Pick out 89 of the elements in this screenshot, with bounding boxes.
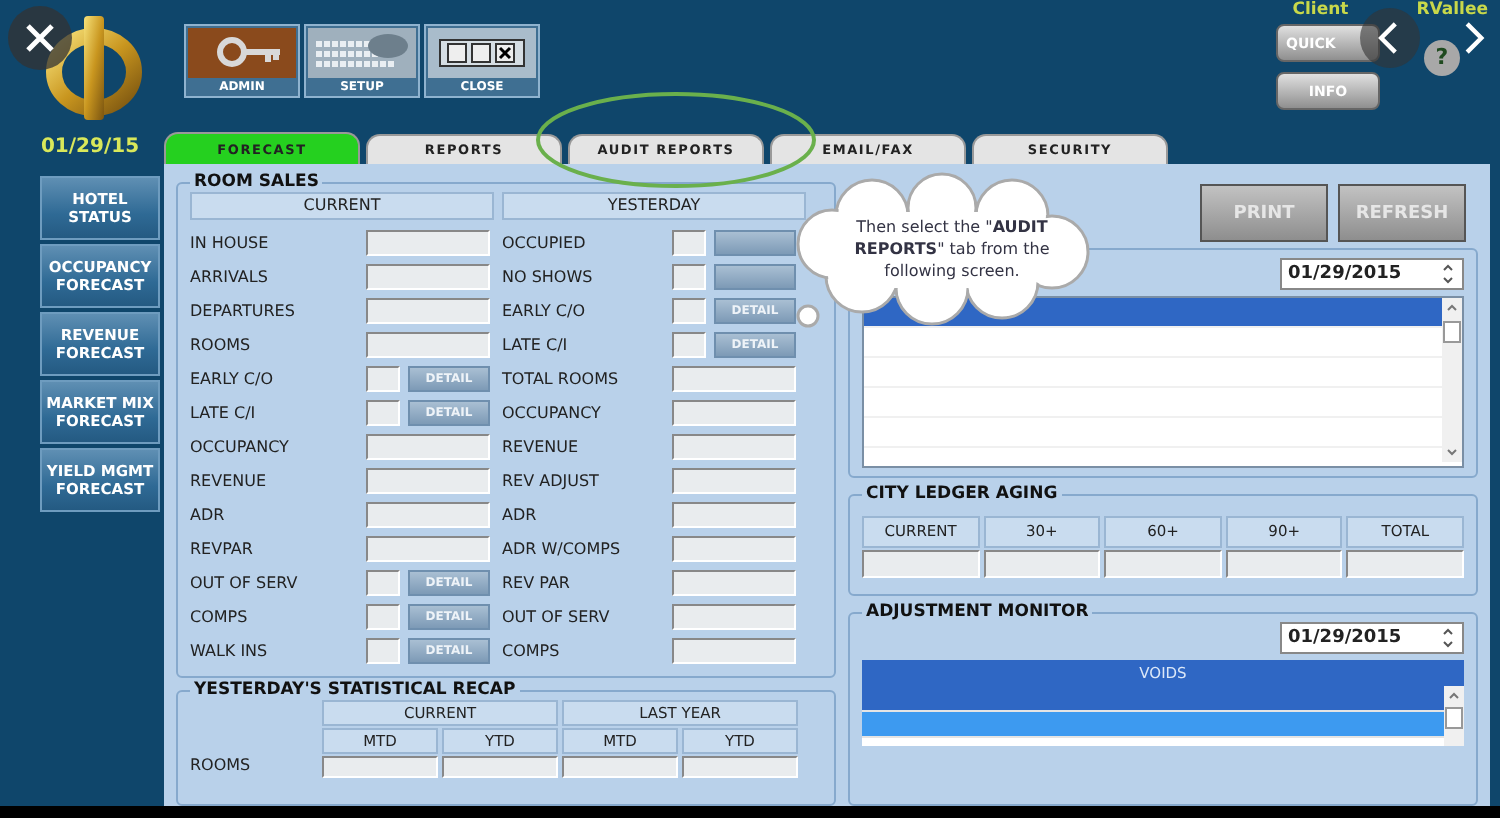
input-field[interactable] (682, 756, 798, 778)
row-label: ROOMS (190, 756, 253, 778)
field-label: ADR (502, 506, 539, 524)
date-field[interactable]: 01/29/2015 (1280, 622, 1464, 654)
input-field[interactable] (366, 264, 490, 290)
logo-icon (44, 12, 144, 124)
input-field[interactable] (366, 434, 490, 460)
date-field[interactable]: 01/29/2015 (1280, 258, 1464, 290)
field-label: OCCUPANCY (502, 404, 603, 422)
field-label: LATE C/I (190, 404, 258, 422)
close-icon[interactable] (8, 6, 72, 70)
field-label: EARLY C/O (502, 302, 587, 320)
detail-button[interactable] (714, 230, 796, 256)
section-title: YESTERDAY'S STATISTICAL RECAP (192, 680, 518, 700)
input-field[interactable] (672, 536, 796, 562)
field-label: OCCUPANCY (190, 438, 291, 456)
input-field[interactable] (672, 332, 706, 358)
input-field[interactable] (672, 230, 706, 256)
spinner-arrows-icon[interactable] (1440, 626, 1456, 650)
key-icon (188, 28, 296, 78)
input-field[interactable] (442, 756, 558, 778)
input-field[interactable] (672, 570, 796, 596)
current-date: 01/29/15 (38, 134, 142, 162)
field-label: REVENUE (190, 472, 269, 490)
client-label: Client (1292, 0, 1349, 20)
input-field[interactable] (366, 332, 490, 358)
input-field[interactable] (366, 230, 490, 256)
field-label: ARRIVALS (190, 268, 270, 286)
spinner-arrows-icon[interactable] (1440, 262, 1456, 286)
section-title: CITY LEDGER AGING (864, 484, 1060, 504)
scrollbar[interactable] (1444, 686, 1464, 746)
input-field[interactable] (366, 570, 400, 596)
field-label: REV PAR (502, 574, 572, 592)
input-field[interactable] (672, 366, 796, 392)
field-label: REVENUE (502, 438, 581, 456)
input-field[interactable] (983, 550, 1101, 578)
field-label: IN HOUSE (190, 234, 271, 252)
list-row[interactable] (862, 712, 1444, 738)
list-row[interactable] (862, 686, 1444, 712)
input-field[interactable] (366, 604, 400, 630)
field-label: WALK INS (190, 642, 270, 660)
input-field[interactable] (322, 756, 438, 778)
help-button[interactable]: ? (1424, 40, 1460, 76)
field-label: COMPS (190, 608, 250, 626)
scrollbar[interactable] (1442, 298, 1462, 462)
column-header: CURRENT (190, 192, 494, 220)
chevron-left-icon[interactable] (1360, 8, 1420, 68)
field-label: COMPS (502, 642, 562, 660)
input-field[interactable] (366, 638, 400, 664)
column-header: YESTERDAY (502, 192, 806, 220)
field-label: OCCUPIED (502, 234, 588, 252)
input-field[interactable] (366, 468, 490, 494)
input-field[interactable] (672, 434, 796, 460)
callout-text: Then select the "AUDIT REPORTS" tab from the following screen. (852, 216, 1052, 282)
input-field[interactable] (672, 468, 796, 494)
input-field[interactable] (366, 366, 400, 392)
field-label: ADR W/COMPS (502, 540, 623, 558)
field-label: REVPAR (190, 540, 255, 558)
section-title: ADJUSTMENT MONITOR (864, 602, 1091, 622)
input-field[interactable] (672, 264, 706, 290)
input-field[interactable] (672, 502, 796, 528)
input-field[interactable] (366, 400, 400, 426)
detail-button[interactable] (714, 264, 796, 290)
field-label: LATE C/I (502, 336, 570, 354)
field-label: EARLY C/O (190, 370, 275, 388)
input-field[interactable] (1346, 550, 1464, 578)
input-field[interactable] (366, 298, 490, 324)
keyboard-icon (308, 28, 416, 78)
input-field[interactable] (672, 400, 796, 426)
input-field[interactable] (672, 298, 706, 324)
input-field[interactable] (1104, 550, 1222, 578)
field-label: NO SHOWS (502, 268, 595, 286)
section-title: ROOM SALES (192, 172, 321, 192)
input-field[interactable] (672, 604, 796, 630)
input-field[interactable] (672, 638, 796, 664)
input-field[interactable] (366, 502, 490, 528)
field-label: OUT OF SERV (502, 608, 612, 626)
input-field[interactable] (562, 756, 678, 778)
window-controls-icon (428, 28, 536, 78)
user-name: RVallee (1416, 0, 1488, 20)
field-label: OUT OF SERV (190, 574, 300, 592)
input-field[interactable] (1225, 550, 1343, 578)
field-label: DEPARTURES (190, 302, 297, 320)
field-label: ROOMS (190, 336, 253, 354)
input-field[interactable] (862, 550, 980, 578)
field-label: TOTAL ROOMS (502, 370, 621, 388)
field-label: ADR (190, 506, 227, 524)
input-field[interactable] (366, 536, 490, 562)
field-label: REV ADJUST (502, 472, 601, 490)
